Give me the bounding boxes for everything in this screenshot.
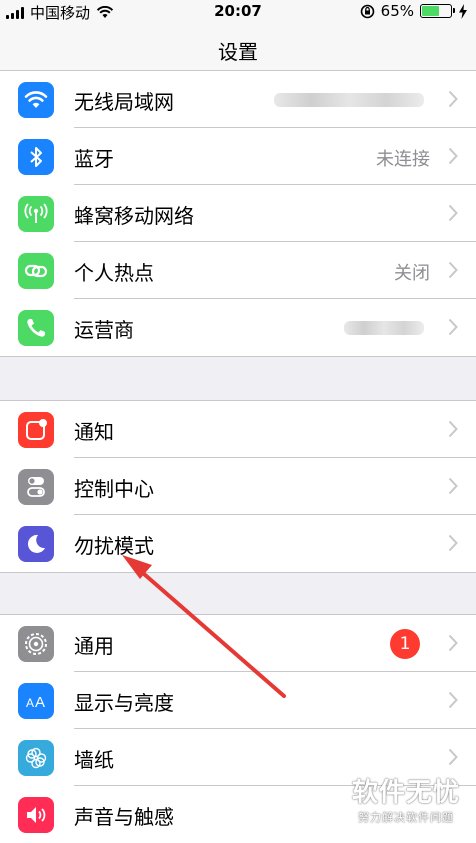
chevron-right-icon (448, 534, 458, 552)
settings-row-carrier[interactable]: 运营商 (0, 299, 476, 356)
battery-icon (420, 4, 455, 18)
settings-row-label: 蜂窝移动网络 (74, 204, 194, 228)
settings-row-bluetooth[interactable]: 蓝牙 未连接 (0, 128, 476, 185)
settings-row-label: 蓝牙 (74, 147, 114, 171)
page-title: 设置 (218, 40, 258, 64)
status-bar: 中国移动 20:07 65% (0, 0, 476, 22)
cellular-icon (18, 196, 54, 232)
svg-text:A: A (26, 696, 34, 710)
settings-row-label: 运营商 (74, 318, 134, 342)
settings-row-label: 通用 (74, 634, 114, 658)
hotspot-icon (18, 253, 54, 289)
gear-icon (18, 626, 54, 662)
phone-icon (18, 310, 54, 346)
settings-row-label: 显示与亮度 (74, 691, 174, 715)
bluetooth-icon (18, 139, 54, 175)
svg-text:A: A (35, 694, 45, 711)
chevron-right-icon (448, 90, 458, 108)
redacted-value (344, 321, 424, 335)
settings-row-do-not-disturb[interactable]: 勿扰模式 (0, 515, 476, 572)
settings-group-alerts: 通知 控制中心 勿扰模式 (0, 400, 476, 573)
chevron-right-icon (448, 318, 458, 336)
notification-badge: 1 (390, 629, 420, 659)
settings-row-display-brightness[interactable]: A A 显示与亮度 (0, 672, 476, 729)
settings-row-label: 墙纸 (74, 748, 114, 772)
control-center-icon (18, 469, 54, 505)
moon-icon (18, 526, 54, 562)
chevron-right-icon (448, 748, 458, 766)
settings-row-control-center[interactable]: 控制中心 (0, 458, 476, 515)
chevron-right-icon (448, 634, 458, 652)
settings-group-connectivity: 无线局域网 蓝牙 未连接 蜂窝移动网络 个人热点 关闭 运营商 (0, 70, 476, 357)
settings-row-hotspot[interactable]: 个人热点 关闭 (0, 242, 476, 299)
chevron-right-icon (448, 204, 458, 222)
settings-row-label: 声音与触感 (74, 805, 174, 829)
settings-row-label: 通知 (74, 420, 114, 444)
settings-row-notifications[interactable]: 通知 (0, 401, 476, 458)
settings-row-label: 勿扰模式 (74, 534, 154, 558)
settings-row-wifi[interactable]: 无线局域网 (0, 71, 476, 128)
display-brightness-icon: A A (18, 683, 54, 719)
wallpaper-icon (18, 740, 54, 776)
settings-row-label: 无线局域网 (74, 90, 174, 114)
battery-percent: 65% (380, 2, 414, 20)
settings-row-label: 个人热点 (74, 261, 154, 285)
chevron-right-icon (448, 691, 458, 709)
settings-row-label: 控制中心 (74, 477, 154, 501)
settings-row-general[interactable]: 通用 1 (0, 615, 476, 672)
orientation-lock-icon (360, 4, 374, 18)
watermark-logo: 软件无忧 努力解决软件问题 (352, 772, 460, 825)
settings-row-value: 关闭 (394, 263, 430, 284)
chevron-right-icon (448, 261, 458, 279)
speaker-icon (18, 797, 54, 833)
chevron-right-icon (448, 147, 458, 165)
chevron-right-icon (448, 420, 458, 438)
notification-icon (18, 412, 54, 448)
settings-row-cellular[interactable]: 蜂窝移动网络 (0, 185, 476, 242)
wifi-icon (18, 82, 54, 118)
settings-row-value: 未连接 (376, 149, 430, 170)
chevron-right-icon (448, 477, 458, 495)
watermark-main-text: 软件无忧 (351, 778, 460, 808)
watermark-sub-text: 努力解决软件问题 (357, 811, 454, 824)
redacted-value (274, 93, 424, 107)
charging-bolt-icon (459, 3, 467, 19)
